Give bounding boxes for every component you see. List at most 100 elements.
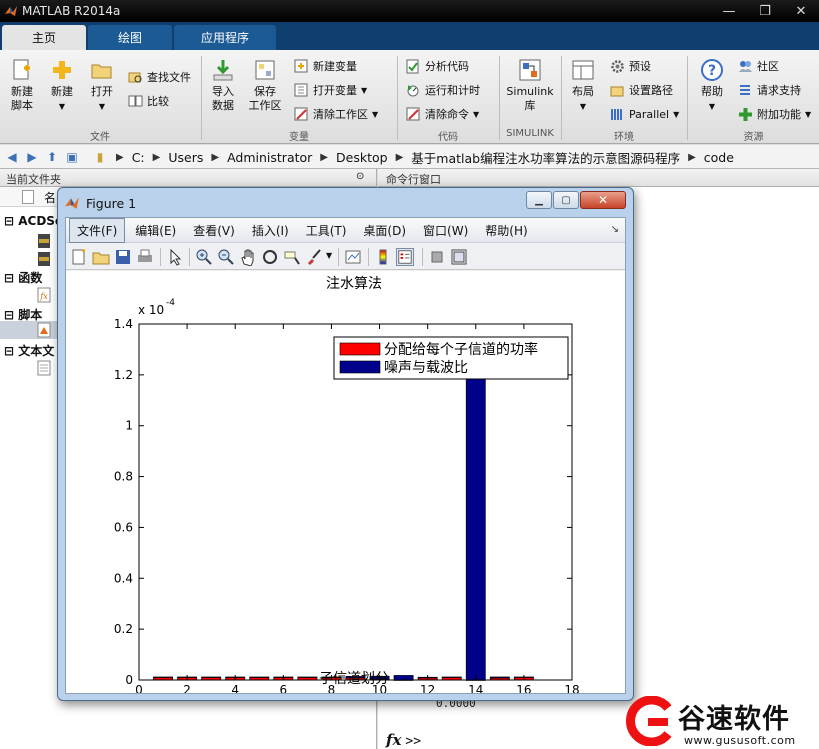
forward-arrow-icon[interactable]: ▶ — [24, 149, 40, 165]
fx-icon[interactable]: fx — [386, 731, 401, 749]
breadcrumb-item[interactable]: code — [700, 150, 738, 165]
new-figure-icon[interactable] — [70, 248, 88, 266]
close-icon[interactable]: ✕ — [783, 0, 819, 22]
bar-noise-14[interactable] — [465, 375, 486, 681]
text-file-icon[interactable] — [36, 360, 52, 376]
y-tick-label: 0.8 — [114, 470, 133, 484]
simulink-library-button[interactable]: Simulink 库 — [504, 58, 556, 113]
back-arrow-icon[interactable]: ◀ — [4, 149, 20, 165]
chart-legend[interactable]: 分配给每个子信道的功率噪声与载波比 — [333, 336, 569, 380]
menu-tools[interactable]: 工具(T) — [299, 219, 354, 242]
bar-noise-15[interactable] — [489, 676, 510, 679]
save-icon[interactable] — [114, 248, 132, 266]
menu-desktop[interactable]: 桌面(D) — [356, 219, 413, 242]
bar-noise-7[interactable] — [297, 676, 318, 678]
community-button[interactable]: 社区 — [738, 57, 779, 75]
bar-noise-3[interactable] — [201, 676, 222, 678]
bar-chart[interactable]: 0 2 4 6 8 10 12 14 16 1800.20.40.60.811.21.4 注水算法… — [66, 271, 625, 697]
pan-hand-icon[interactable] — [239, 248, 257, 266]
up-folder-icon[interactable]: ⬆ — [44, 149, 60, 165]
column-name[interactable]: 名 — [44, 189, 56, 206]
menu-help[interactable]: 帮助(H) — [478, 219, 534, 242]
open-variable-button[interactable]: 打开变量 ▼ — [294, 81, 367, 99]
bar-noise-13[interactable] — [441, 676, 462, 678]
analyze-code-button[interactable]: 分析代码 — [406, 57, 469, 75]
command-prompt[interactable]: fx >> — [386, 731, 421, 749]
menu-insert[interactable]: 插入(I) — [245, 219, 296, 242]
brush-icon[interactable] — [305, 248, 323, 266]
menu-view[interactable]: 查看(V) — [186, 219, 242, 242]
menu-window[interactable]: 窗口(W) — [416, 219, 475, 242]
bar-noise-5[interactable] — [249, 676, 270, 678]
jpg-file-icon[interactable] — [36, 233, 52, 249]
zoom-in-icon[interactable] — [195, 248, 213, 266]
minimize-icon[interactable]: — — [711, 0, 747, 22]
breadcrumb-item[interactable]: Users — [164, 150, 207, 165]
dock-arrow-icon[interactable]: ↘ — [611, 224, 619, 235]
browse-folder-icon[interactable]: ▣ — [64, 149, 80, 165]
new-button[interactable]: 新建 ▼ — [42, 58, 82, 114]
chevron-down-icon: ▼ — [361, 85, 368, 95]
menu-edit[interactable]: 编辑(E) — [128, 219, 183, 242]
tab-home[interactable]: 主页 — [2, 25, 86, 50]
rotate-3d-icon[interactable] — [261, 248, 279, 266]
new-script-button[interactable]: 新建 脚本 — [2, 58, 42, 113]
figure-window: Figure 1 ▁ ▢ ✕ 文件(F) 编辑(E) 查看(V) 插入(I) 工… — [57, 187, 634, 701]
open-variable-icon — [294, 83, 308, 96]
addons-button[interactable]: 附加功能 ▼ — [738, 105, 811, 123]
function-file-icon[interactable]: fx — [36, 287, 52, 303]
menu-file[interactable]: 文件(F) — [69, 217, 126, 243]
folder-group-acdsee[interactable]: ⊟ ACDSe — [4, 214, 63, 228]
open-file-icon[interactable] — [92, 248, 110, 266]
colorbar-icon[interactable] — [374, 248, 392, 266]
y-tick-label: 1.4 — [114, 317, 133, 331]
request-support-button[interactable]: 请求支持 — [738, 81, 801, 99]
collapse-icon: ⊟ — [4, 214, 19, 228]
jpg-file-icon[interactable] — [36, 251, 52, 267]
layout-icon — [572, 60, 594, 80]
analyze-code-label: 分析代码 — [425, 60, 469, 73]
parallel-button[interactable]: Parallel ▼ — [610, 105, 679, 123]
command-window-title: 命令行窗口 — [378, 169, 819, 187]
panel-menu-icon[interactable]: ⊙ — [356, 171, 364, 182]
chevron-down-icon: ▼ — [673, 109, 680, 119]
folder-group-text[interactable]: ⊟ 文本文 — [4, 342, 54, 359]
tab-apps[interactable]: 应用程序 — [174, 25, 276, 50]
open-button[interactable]: 打开 ▼ — [82, 58, 122, 114]
show-plot-tools-icon[interactable] — [450, 248, 468, 266]
bar-noise-11[interactable] — [393, 675, 414, 681]
legend-icon[interactable] — [396, 248, 414, 266]
chevron-down-icon[interactable]: ▼ — [326, 251, 332, 260]
clear-commands-button[interactable]: 清除命令 ▼ — [406, 105, 479, 123]
data-cursor-icon[interactable] — [283, 248, 301, 266]
print-icon[interactable] — [136, 248, 154, 266]
layout-button[interactable]: 布局 ▼ — [563, 58, 603, 114]
figure-maximize-button[interactable]: ▢ — [553, 191, 579, 209]
x-tick-label: 4 — [231, 683, 239, 693]
pointer-icon[interactable] — [166, 248, 184, 266]
tab-plots[interactable]: 绘图 — [88, 25, 172, 50]
zoom-out-icon[interactable] — [217, 248, 235, 266]
breadcrumb-item[interactable]: Administrator — [223, 150, 316, 165]
breadcrumb-item[interactable]: C: — [128, 150, 149, 165]
run-time-button[interactable]: 运行和计时 — [406, 81, 480, 99]
preferences-button[interactable]: 预设 — [610, 57, 651, 75]
breadcrumb-item[interactable]: 基于matlab编程注水功率算法的示意图源码程序 — [407, 148, 684, 167]
breadcrumb-item[interactable]: Desktop — [332, 150, 392, 165]
new-variable-button[interactable]: 新建变量 — [294, 57, 357, 75]
save-workspace-button[interactable]: 保存 工作区 — [245, 58, 285, 113]
compare-button[interactable]: 比较 — [128, 92, 169, 110]
maximize-icon[interactable]: ❐ — [747, 0, 783, 22]
bar-noise-1[interactable] — [153, 676, 173, 678]
folder-group-functions[interactable]: ⊟ 函数 — [4, 269, 42, 286]
help-button[interactable]: ? 帮助 ▼ — [692, 58, 732, 114]
link-plot-icon[interactable] — [344, 248, 362, 266]
import-data-button[interactable]: 导入 数据 — [203, 58, 243, 113]
figure-close-button[interactable]: ✕ — [580, 191, 626, 209]
set-path-button[interactable]: 设置路径 — [610, 81, 673, 99]
clear-workspace-button[interactable]: 清除工作区 ▼ — [294, 105, 378, 123]
find-files-button[interactable]: 查找文件 — [128, 68, 191, 86]
figure-minimize-button[interactable]: ▁ — [526, 191, 552, 209]
file-icon — [22, 190, 34, 204]
hide-plot-tools-icon[interactable] — [428, 248, 446, 266]
